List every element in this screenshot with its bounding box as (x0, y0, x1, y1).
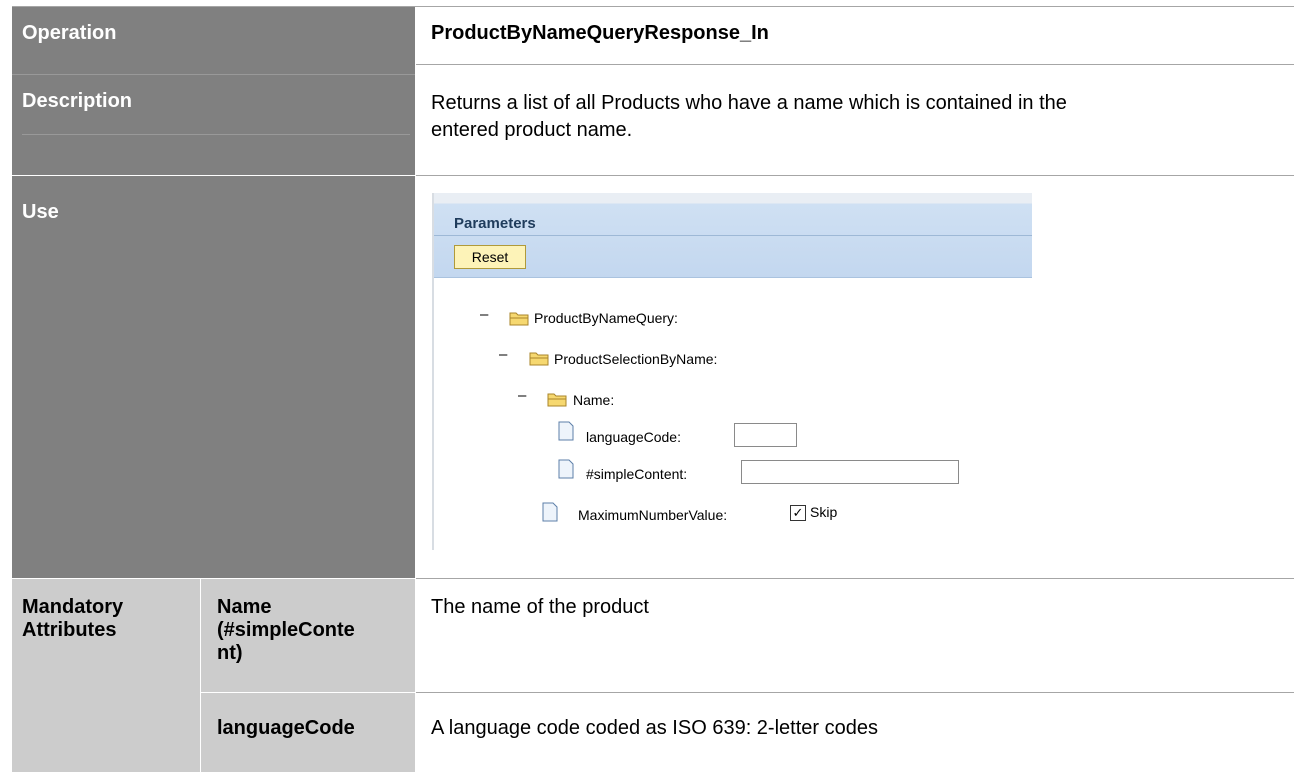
collapse-toggle-name[interactable]: – (518, 387, 526, 404)
leaf-label-simple-content: #simpleContent: (586, 466, 688, 482)
description-label-cell: Description (12, 74, 415, 175)
description-value-cell: Returns a list of all Products who have … (416, 74, 1294, 175)
attribute-name-2: languageCode (217, 717, 355, 739)
simple-content-input[interactable] (741, 460, 959, 484)
parameters-title: Parameters (454, 215, 536, 232)
tree-node-product-query: ProductByNameQuery: (534, 310, 678, 326)
operation-label: Operation (22, 22, 117, 44)
reset-button[interactable]: Reset (454, 245, 526, 269)
row-divider-4 (416, 692, 1294, 693)
leaf-label-maximum-number: MaximumNumberValue: (578, 507, 728, 523)
attribute-desc-cell-2: A language code coded as ISO 639: 2-lett… (416, 693, 1294, 772)
use-label-cell: Use (12, 176, 415, 578)
folder-icon (509, 312, 529, 326)
description-label-divider (22, 134, 410, 135)
attribute-description-1: The name of the product (431, 596, 649, 618)
description-value: Returns a list of all Products who have … (431, 92, 1067, 141)
parameters-panel: Parameters Reset – ProductByNameQuery: –… (432, 193, 1032, 550)
description-label: Description (22, 90, 133, 112)
parameters-header-separator (434, 235, 1032, 236)
language-code-input[interactable] (734, 423, 797, 447)
attribute-desc-cell-1: The name of the product (416, 579, 1294, 692)
operation-value: ProductByNameQueryResponse_In (431, 22, 769, 44)
collapse-toggle-product-selection[interactable]: – (499, 346, 507, 363)
table-border-top (12, 6, 1294, 7)
mandatory-label: Mandatory Attributes (22, 596, 124, 641)
operation-label-cell: Operation (12, 7, 415, 64)
tree-node-name: Name: (573, 392, 615, 408)
folder-icon (547, 393, 567, 407)
row-divider-1 (416, 64, 1294, 65)
document-icon (542, 502, 558, 522)
operation-value-cell: ProductByNameQueryResponse_In (416, 7, 1294, 64)
row-divider-1-left (12, 74, 415, 75)
use-label: Use (22, 201, 59, 223)
skip-checkbox[interactable]: ✓ (790, 505, 806, 521)
collapse-toggle-product-query[interactable]: – (480, 306, 488, 323)
parameters-header: Parameters Reset (434, 193, 1032, 278)
operation-label-fill (12, 64, 415, 74)
document-icon (558, 421, 574, 441)
attribute-name-1: Name (#simpleConte nt) (217, 596, 355, 664)
folder-icon (529, 352, 549, 366)
tree-node-product-selection: ProductSelectionByName: (554, 351, 718, 367)
attribute-name-cell-1: Name (#simpleConte nt) (201, 579, 415, 692)
attribute-description-2: A language code coded as ISO 639: 2-lett… (431, 717, 878, 739)
row-divider-3 (416, 578, 1294, 579)
skip-label: Skip (810, 504, 838, 520)
document-icon (558, 459, 574, 479)
leaf-label-language-code: languageCode: (586, 429, 681, 445)
attribute-name-cell-2: languageCode (201, 693, 415, 772)
mandatory-label-cell: Mandatory Attributes (12, 579, 200, 772)
row-divider-2 (416, 175, 1294, 176)
